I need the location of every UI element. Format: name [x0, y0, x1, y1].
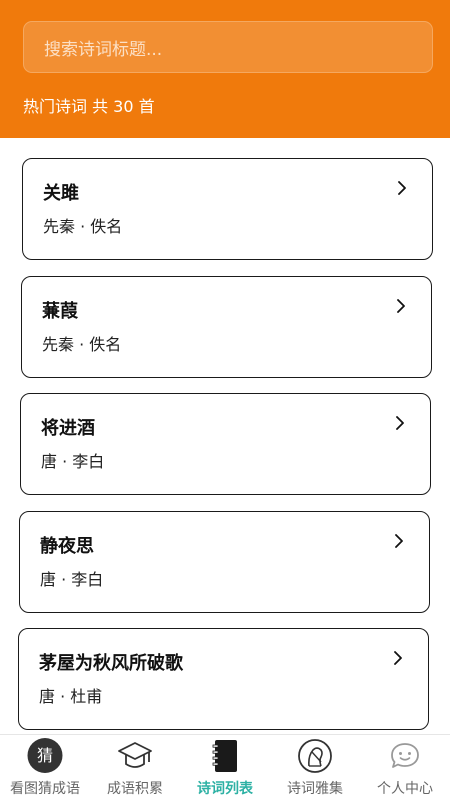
poem-meta: 唐 · 李白 [41, 452, 105, 471]
poem-meta: 唐 · 杜甫 [39, 687, 103, 706]
tab-label: 个人中心 [377, 781, 433, 797]
poem-title: 静夜思 [40, 536, 94, 557]
poem-meta: 先秦 · 佚名 [43, 217, 123, 236]
poem-title: 将进酒 [41, 418, 95, 439]
poem-title: 关雎 [43, 183, 79, 204]
poem-title: 茅屋为秋风所破歌 [39, 653, 183, 674]
poem-card[interactable]: 蒹葭 先秦 · 佚名 [21, 276, 432, 378]
tab-label: 成语积累 [107, 781, 163, 797]
poem-card[interactable]: 关雎 先秦 · 佚名 [22, 158, 433, 260]
chevron-right-icon [396, 416, 404, 430]
tab-poem-gallery[interactable]: 诗词雅集 [270, 735, 360, 800]
poem-title: 蒹葭 [42, 301, 78, 322]
tab-label: 诗词雅集 [287, 781, 343, 797]
graduation-cap-icon [118, 742, 152, 768]
poem-card[interactable]: 静夜思 唐 · 李白 [19, 511, 430, 613]
poem-meta: 唐 · 李白 [40, 570, 104, 589]
poem-meta: 先秦 · 佚名 [42, 335, 122, 354]
poem-card[interactable]: 茅屋为秋风所破歌 唐 · 杜甫 [18, 628, 429, 730]
poem-count-summary: 热门诗词 共 30 首 [23, 97, 155, 116]
notebook-icon [212, 740, 237, 772]
chevron-right-icon [395, 534, 403, 548]
tab-label: 诗词列表 [197, 781, 253, 797]
bottom-tab-bar: 猜 看图猜成语 成语积累 诗词列表 诗词雅集 个人中心 [0, 734, 450, 800]
poet-portrait-icon [298, 739, 332, 773]
tab-guess-idiom[interactable]: 猜 看图猜成语 [0, 735, 90, 800]
chevron-right-icon [398, 181, 406, 195]
chevron-right-icon [397, 299, 405, 313]
guess-badge-icon: 猜 [27, 738, 63, 773]
tab-profile[interactable]: 个人中心 [360, 735, 450, 800]
poem-list[interactable]: 关雎 先秦 · 佚名 蒹葭 先秦 · 佚名 将进酒 唐 · 李白 静夜思 唐 ·… [0, 138, 450, 734]
tab-label: 看图猜成语 [10, 781, 80, 797]
smile-chat-icon [391, 743, 419, 768]
tab-idiom-collection[interactable]: 成语积累 [90, 735, 180, 800]
chevron-right-icon [394, 651, 402, 665]
poem-card[interactable]: 将进酒 唐 · 李白 [20, 393, 431, 495]
tab-poem-list[interactable]: 诗词列表 [180, 735, 270, 800]
search-placeholder: 搜索诗词标题... [44, 39, 163, 60]
header: 搜索诗词标题... 热门诗词 共 30 首 [0, 0, 450, 138]
poem-list-screen: 搜索诗词标题... 热门诗词 共 30 首 关雎 先秦 · 佚名 蒹葭 先秦 ·… [0, 0, 450, 800]
search-input[interactable]: 搜索诗词标题... [23, 21, 433, 73]
